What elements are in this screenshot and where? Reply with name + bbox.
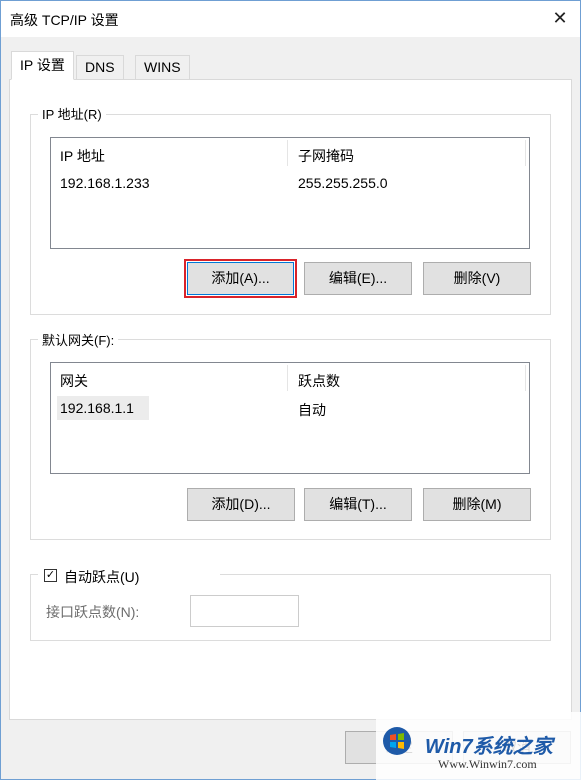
ip-row-address[interactable]: 192.168.1.233	[60, 175, 150, 191]
gateway-group-label: 默认网关(F):	[38, 330, 119, 349]
ip-address-group-label: IP 地址(R)	[38, 104, 106, 123]
column-header-ip[interactable]: IP 地址	[60, 146, 105, 166]
window-title: 高级 TCP/IP 设置	[10, 12, 119, 28]
ip-row-mask[interactable]: 255.255.255.0	[298, 175, 388, 191]
gateway-delete-button[interactable]: 删除(M)	[423, 488, 531, 521]
windows-logo-icon	[383, 727, 411, 755]
auto-metric-checkbox[interactable]: ✓	[44, 569, 57, 582]
gateway-row-metric[interactable]: 自动	[298, 400, 326, 420]
interface-metric-label: 接口跃点数(N):	[46, 604, 140, 620]
gateway-row-address[interactable]: 192.168.1.1	[60, 400, 134, 416]
tab-ip-settings[interactable]: IP 设置	[11, 51, 74, 80]
auto-metric-label[interactable]: 自动跃点(U)	[64, 567, 139, 587]
column-header-mask[interactable]: 子网掩码	[298, 146, 354, 166]
column-divider	[287, 365, 288, 391]
ip-edit-button[interactable]: 编辑(E)...	[304, 262, 412, 295]
column-divider	[525, 140, 526, 166]
column-divider	[287, 140, 288, 166]
column-header-metric[interactable]: 跃点数	[298, 371, 340, 391]
watermark-url: Www.Winwin7.com	[438, 757, 537, 771]
watermark-brand: Win7系统之家	[425, 736, 553, 758]
gateway-edit-button[interactable]: 编辑(T)...	[304, 488, 412, 521]
tab-dns[interactable]: DNS	[76, 55, 124, 80]
interface-metric-input[interactable]	[190, 595, 299, 627]
gateway-add-button[interactable]: 添加(D)...	[187, 488, 295, 521]
tab-wins[interactable]: WINS	[135, 55, 190, 80]
ip-delete-button[interactable]: 删除(V)	[423, 262, 531, 295]
ip-add-button[interactable]: 添加(A)...	[184, 259, 297, 298]
column-divider	[525, 365, 526, 391]
ip-address-list[interactable]	[50, 137, 530, 249]
column-header-gateway[interactable]: 网关	[60, 371, 88, 391]
close-button[interactable]: ✕	[548, 7, 572, 29]
